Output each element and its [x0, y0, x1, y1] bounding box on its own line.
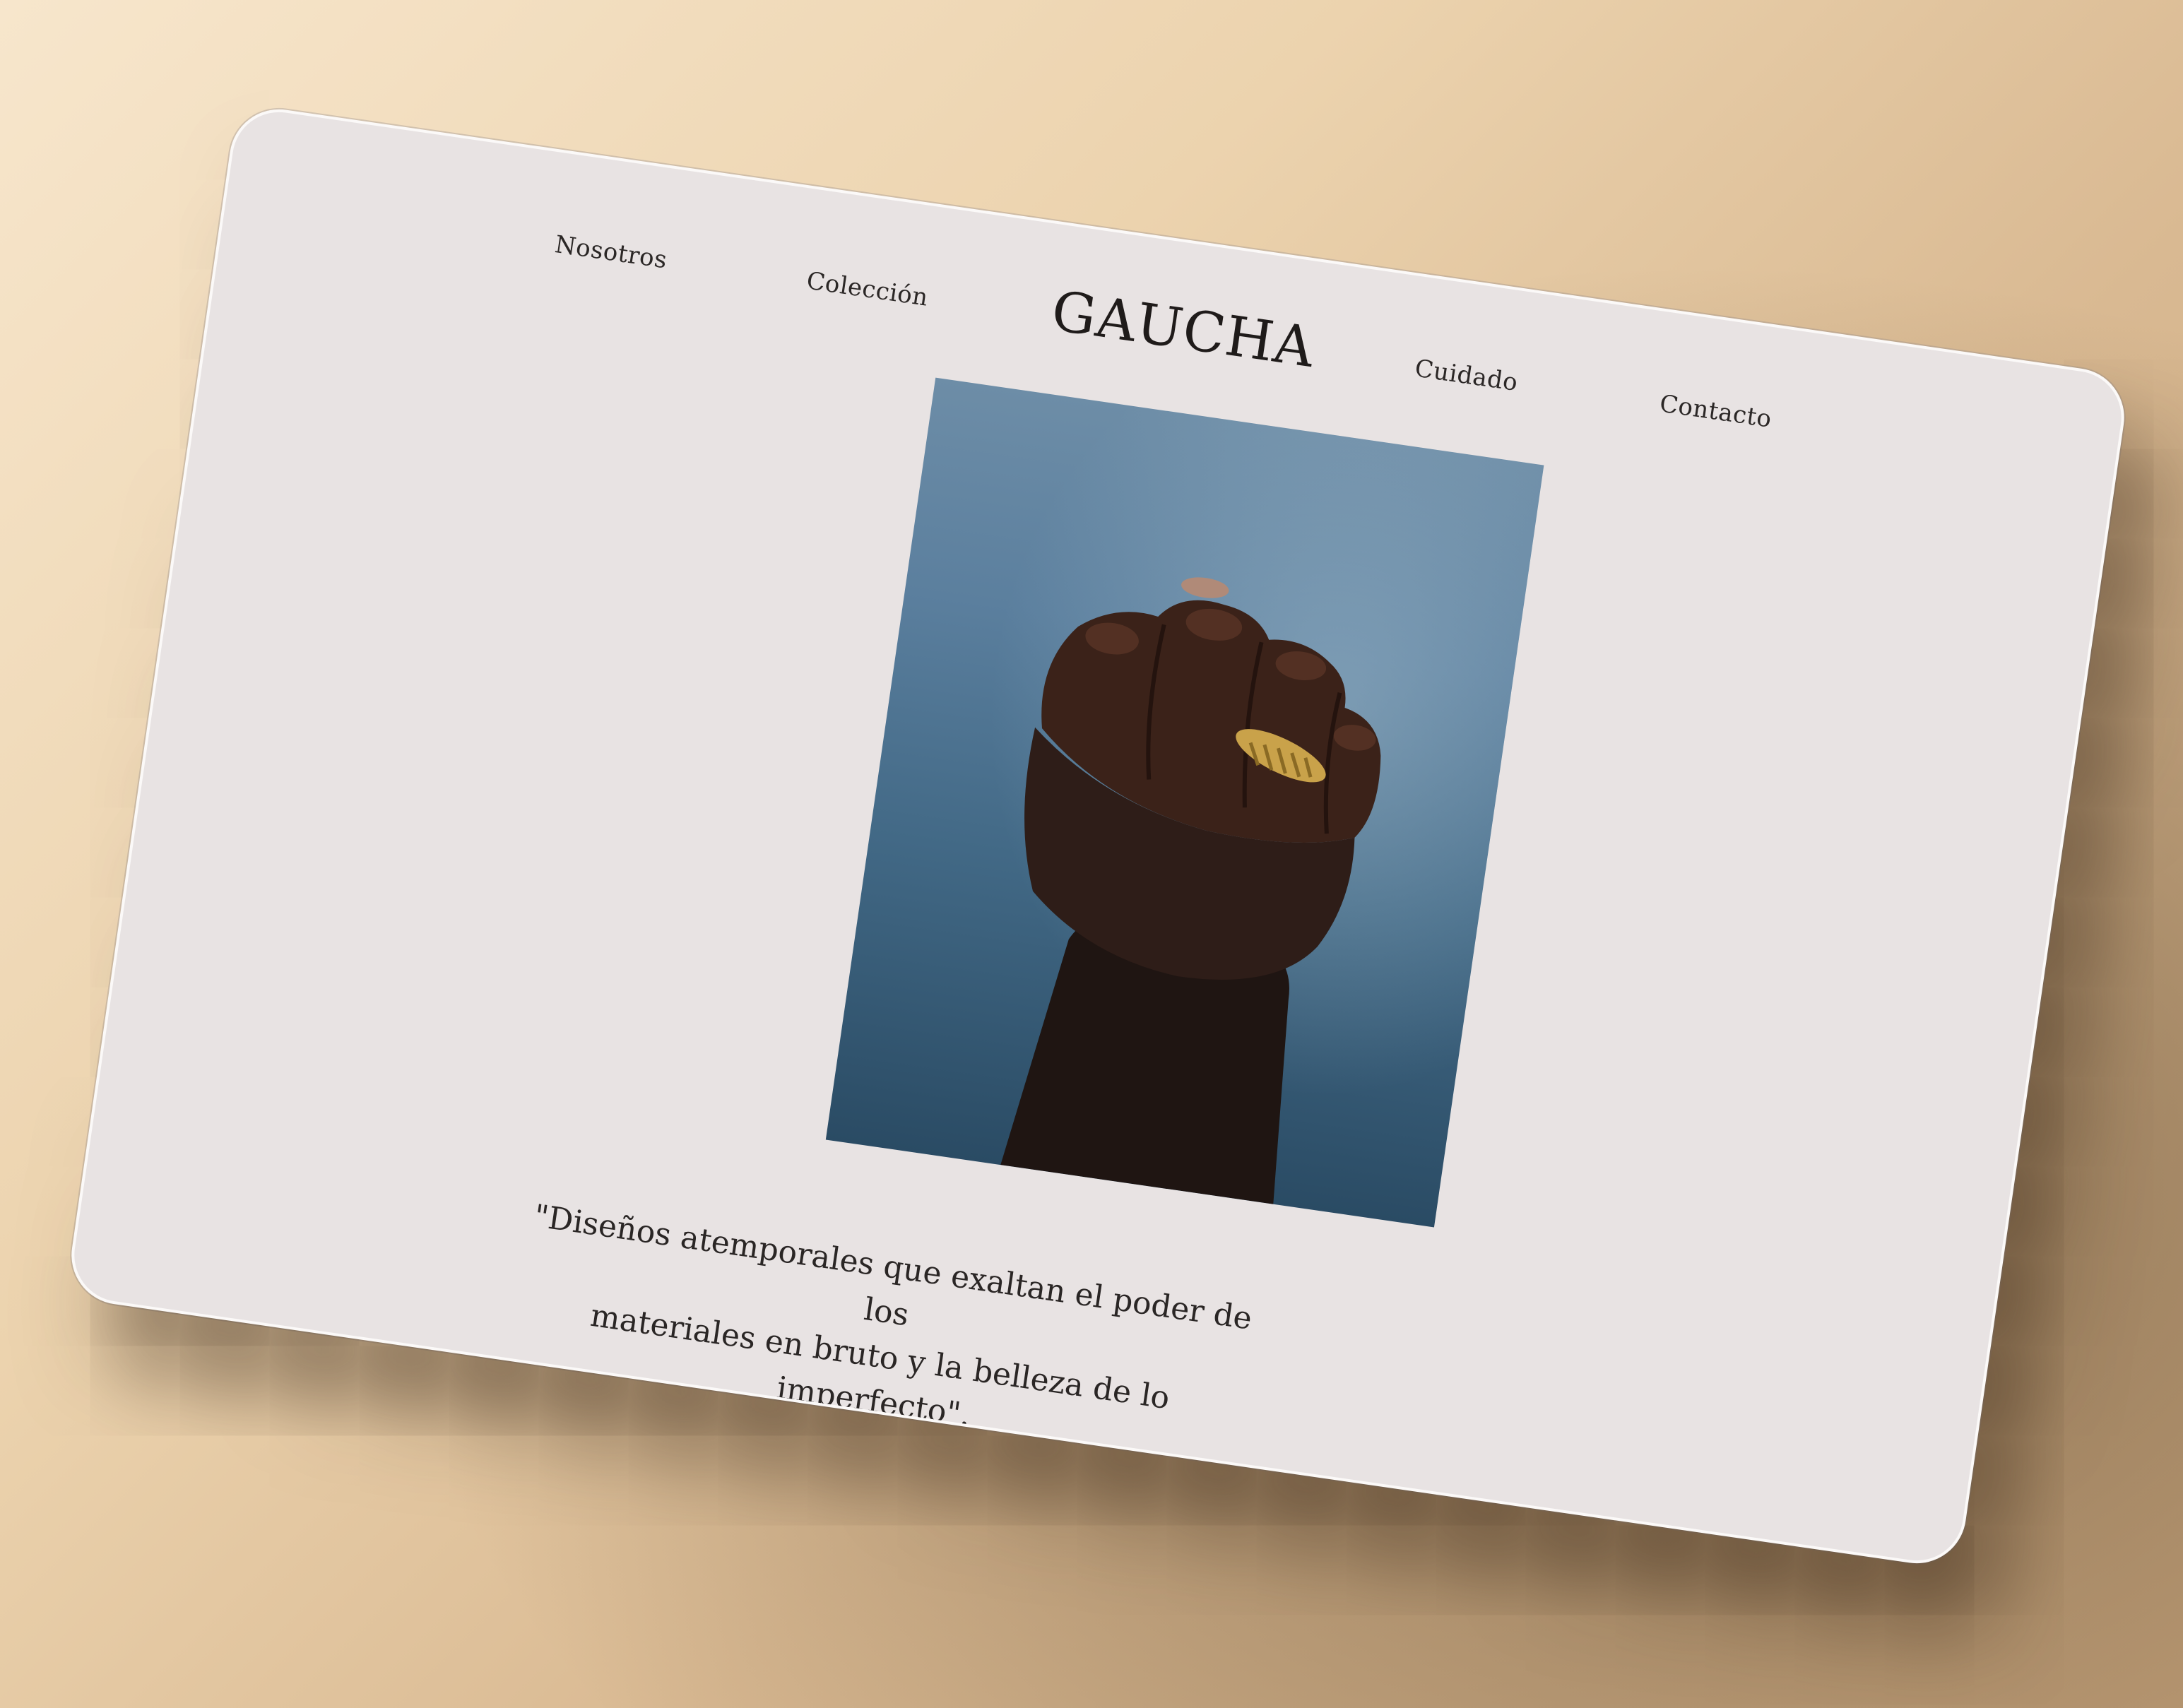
- brand-quote: "Diseños atemporales que exaltan el pode…: [499, 1192, 1267, 1478]
- hero-image: [825, 377, 1544, 1228]
- fist-with-ring-illustration: [1000, 577, 1381, 1204]
- brand-logo[interactable]: GAUCHA: [1048, 280, 1318, 380]
- nav-link-cuidado[interactable]: Cuidado: [1413, 354, 1520, 396]
- thumb-nail: [1181, 577, 1229, 598]
- nav-link-coleccion[interactable]: Colección: [805, 266, 930, 312]
- nav-link-contacto[interactable]: Contacto: [1658, 389, 1774, 433]
- browser-screen: Nosotros Colección GAUCHA Cuidado Contac…: [65, 102, 2131, 1570]
- nav-link-nosotros[interactable]: Nosotros: [553, 230, 669, 274]
